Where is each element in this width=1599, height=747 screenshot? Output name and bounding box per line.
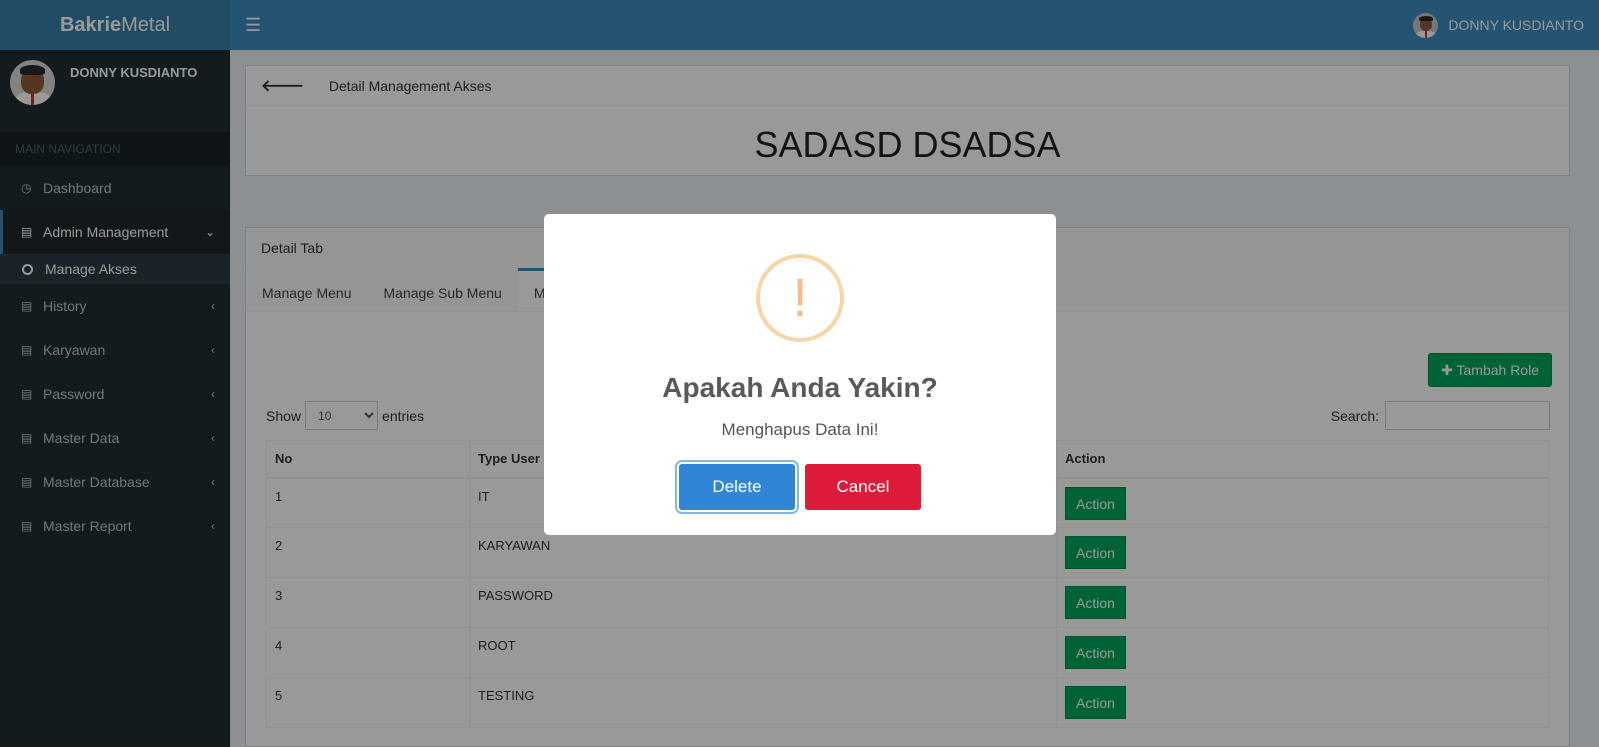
confirm-dialog: ! Apakah Anda Yakin? Menghapus Data Ini!… [544,214,1056,535]
delete-button[interactable]: Delete [679,464,795,510]
dialog-buttons: Delete Cancel [544,464,1056,510]
warning-icon: ! [756,254,844,342]
cancel-button[interactable]: Cancel [805,464,921,510]
dialog-message: Menghapus Data Ini! [721,420,879,439]
dialog-title: Apakah Anda Yakin? [662,372,938,403]
